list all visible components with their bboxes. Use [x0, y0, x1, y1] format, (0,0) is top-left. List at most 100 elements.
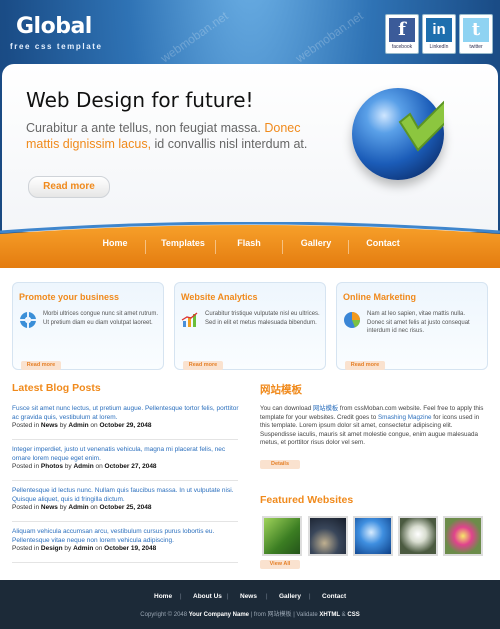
blog-post-text[interactable]: Aliquam vehicula accumsan arcu, vestibul… [12, 528, 240, 545]
blog-post-text[interactable]: Pellentesque id lectus nunc. Nullam quis… [12, 487, 240, 504]
footer-separator: | [309, 594, 311, 600]
meta-posted-in: Posted in [12, 545, 41, 553]
divider [12, 480, 238, 481]
copyright: Copyright © 2048 Your Company Name | fro… [0, 609, 500, 618]
nav-separator [215, 240, 216, 254]
feature-read-more-button[interactable]: Read more [345, 361, 385, 370]
feature-box-analytics: Website Analytics Curabitur tristique vu… [174, 282, 326, 370]
featured-thumbnail[interactable] [398, 516, 438, 556]
linkedin-icon: in [426, 18, 452, 42]
blog-post: Pellentesque id lectus nunc. Nullam quis… [12, 487, 240, 513]
footer-separator: | [227, 594, 229, 600]
featured-thumbnail[interactable] [443, 516, 483, 556]
feature-box-promote: Promote your business Morbi ultrices con… [12, 282, 164, 370]
xhtml-link[interactable]: XHTML [319, 612, 340, 618]
credit-link[interactable]: Smashing Magzine [378, 414, 432, 421]
divider [12, 562, 238, 563]
logo[interactable]: Global [16, 14, 92, 39]
linkedin-label: LinkedIn [429, 44, 449, 50]
blog-post: Fusce sit amet nunc lectus, ut pretium a… [12, 405, 240, 431]
twitter-label: twitter [469, 44, 483, 50]
facebook-label: facebook [391, 44, 413, 50]
meta-author[interactable]: Admin [68, 422, 88, 429]
footer-separator: | [266, 594, 268, 600]
featured-thumbnail[interactable] [262, 516, 302, 556]
footer-link-about[interactable]: About Us [193, 593, 222, 600]
copyright-text: Copyright © 2048 [140, 612, 189, 618]
checkmark-icon [398, 100, 444, 152]
blog-post-meta: Posted in Photos by Admin on October 27,… [12, 463, 240, 472]
meta-by: by [62, 463, 74, 471]
feature-box-marketing: Online Marketing Nam at leo sapien, vita… [336, 282, 488, 370]
copyright-mid: | from 网站模板 | Validate [248, 612, 320, 618]
css-link[interactable]: CSS [347, 612, 359, 618]
meta-category[interactable]: Design [41, 545, 63, 552]
meta-on: on [93, 463, 105, 471]
meta-by: by [62, 545, 74, 553]
blog-heading: Latest Blog Posts [12, 382, 101, 394]
about-link[interactable]: 网站模板 [313, 405, 338, 412]
blog-post-text[interactable]: Integer imperdiet, justo ut venenatis ve… [12, 446, 240, 463]
blog-post-text[interactable]: Fusce sit amet nunc lectus, ut pretium a… [12, 405, 240, 422]
hero-text: Curabitur a ante tellus, non feugiat mas… [26, 120, 316, 152]
meta-author[interactable]: Admin [73, 463, 93, 470]
main-content: Promote your business Morbi ultrices con… [0, 268, 500, 580]
meta-author[interactable]: Admin [68, 504, 88, 511]
feature-title: Website Analytics [181, 292, 258, 302]
meta-category[interactable]: News [41, 422, 58, 429]
meta-on: on [93, 545, 105, 553]
globe-icon [352, 88, 444, 180]
hero-text-end: id convallis nisl interdum at. [151, 137, 308, 151]
feature-read-more-button[interactable]: Read more [21, 361, 61, 370]
company-link[interactable]: Your Company Name [189, 612, 249, 618]
footer-separator: | [180, 594, 182, 600]
meta-by: by [57, 422, 69, 430]
details-button[interactable]: Details [260, 460, 300, 469]
meta-author[interactable]: Admin [73, 545, 93, 552]
meta-category[interactable]: Photos [41, 463, 63, 470]
meta-posted-in: Posted in [12, 504, 41, 512]
feature-text: Morbi ultrices congue nunc sit amet rutr… [43, 311, 159, 326]
facebook-link[interactable]: f facebook [385, 14, 419, 54]
facebook-icon: f [389, 18, 415, 42]
nav-templates[interactable]: Templates [155, 238, 211, 248]
lifebuoy-icon [20, 312, 36, 328]
blog-post: Integer imperdiet, justo ut venenatis ve… [12, 446, 240, 472]
blog-post: Aliquam vehicula accumsan arcu, vestibul… [12, 528, 240, 554]
featured-thumbnail[interactable] [353, 516, 393, 556]
feature-read-more-button[interactable]: Read more [183, 361, 223, 370]
header: Global free css template f facebook in L… [0, 0, 500, 64]
nav-flash[interactable]: Flash [226, 238, 272, 248]
featured-thumbnail[interactable] [308, 516, 348, 556]
nav-contact[interactable]: Contact [358, 238, 408, 248]
blog-post-meta: Posted in Design by Admin on October 19,… [12, 545, 240, 554]
hero-read-more-button[interactable]: Read more [28, 176, 110, 198]
meta-date: October 25, 2048 [99, 504, 152, 512]
footer-link-news[interactable]: News [240, 593, 257, 600]
nav-separator [145, 240, 146, 254]
footer-link-contact[interactable]: Contact [322, 593, 346, 600]
featured-heading: Featured Websites [260, 494, 354, 506]
chart-icon [181, 312, 198, 327]
nav-separator [348, 240, 349, 254]
meta-by: by [57, 504, 69, 512]
hero-title: Web Design for future! [26, 88, 254, 112]
footer-link-home[interactable]: Home [154, 593, 172, 600]
twitter-link[interactable]: t twitter [459, 14, 493, 54]
divider [12, 439, 238, 440]
feature-title: Promote your business [19, 292, 120, 302]
meta-on: on [88, 422, 100, 430]
meta-category[interactable]: News [41, 504, 58, 511]
nav-home[interactable]: Home [90, 238, 140, 248]
footer-link-gallery[interactable]: Gallery [279, 593, 301, 600]
main-nav: Home Templates Flash Gallery Contact [0, 238, 500, 258]
blog-post-meta: Posted in News by Admin on October 29, 2… [12, 422, 240, 431]
meta-posted-in: Posted in [12, 463, 41, 471]
feature-text: Curabitur tristique vulputate nisl eu ul… [205, 311, 320, 326]
linkedin-link[interactable]: in LinkedIn [422, 14, 456, 54]
footer: Home | About Us | News | Gallery | Conta… [0, 580, 500, 629]
nav-gallery[interactable]: Gallery [292, 238, 340, 248]
hero-text-start: Curabitur a ante tellus, non feugiat mas… [26, 121, 265, 135]
blog-post-meta: Posted in News by Admin on October 25, 2… [12, 504, 240, 513]
view-all-button[interactable]: View All [260, 560, 300, 569]
